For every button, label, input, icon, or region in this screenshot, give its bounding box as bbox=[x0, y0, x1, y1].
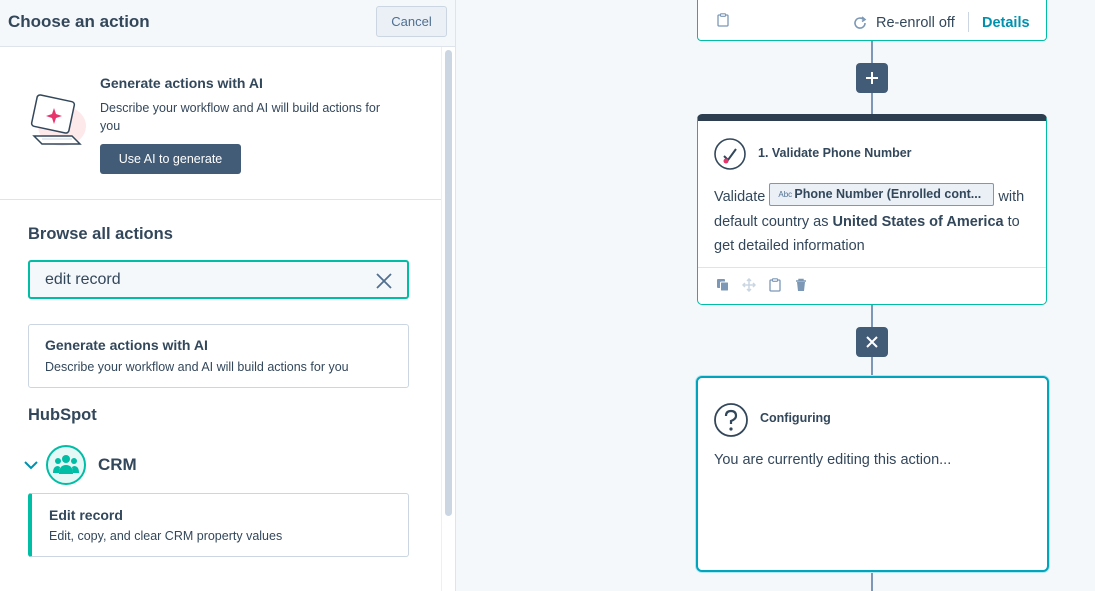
category-label-crm: CRM bbox=[98, 455, 137, 474]
phone-number-token[interactable]: Abc Phone Number (Enrolled cont... bbox=[769, 183, 995, 206]
validate-icon bbox=[714, 138, 746, 170]
ai-card-description: Describe your workflow and AI will build… bbox=[45, 360, 349, 374]
panel-header: Choose an action Cancel bbox=[0, 0, 455, 47]
clipboard-icon[interactable] bbox=[717, 13, 729, 27]
ai-promo-description: Describe your workflow and AI will build… bbox=[100, 101, 380, 133]
token-label: Phone Number (Enrolled cont... bbox=[794, 187, 982, 201]
browse-title: Browse all actions bbox=[28, 225, 173, 243]
configuring-action-card[interactable]: Configuring You are currently editing th… bbox=[696, 376, 1049, 572]
connector-line bbox=[871, 572, 873, 591]
clipboard-icon[interactable] bbox=[768, 278, 782, 292]
add-action-button[interactable] bbox=[856, 63, 888, 93]
text-validate: Validate bbox=[714, 189, 766, 205]
reenroll-status[interactable]: Re-enroll off bbox=[876, 15, 955, 31]
action-card-title: Edit record bbox=[49, 507, 123, 523]
question-icon bbox=[714, 403, 748, 437]
action-description: Validate Abc Phone Number (Enrolled cont.… bbox=[714, 183, 1039, 259]
close-icon bbox=[866, 336, 878, 348]
details-link[interactable]: Details bbox=[982, 15, 1030, 31]
laptop-ai-icon bbox=[30, 94, 86, 146]
text-default-country: default country as bbox=[714, 213, 829, 230]
ai-action-card[interactable]: Generate actions with AI Describe your w… bbox=[28, 324, 409, 388]
search-box bbox=[28, 260, 409, 299]
choose-action-panel: Choose an action Cancel Generate actions… bbox=[0, 0, 456, 591]
configuring-title: Configuring bbox=[760, 411, 831, 425]
clear-search-icon[interactable] bbox=[375, 272, 393, 290]
chevron-down-icon[interactable] bbox=[22, 456, 40, 474]
connector-line bbox=[871, 93, 873, 114]
plus-icon bbox=[866, 72, 878, 84]
trash-icon[interactable] bbox=[794, 278, 808, 292]
search-input[interactable] bbox=[45, 271, 365, 289]
enrollment-trigger-card[interactable]: Re-enroll off Details bbox=[697, 0, 1047, 41]
edit-record-action-card[interactable]: Edit record Edit, copy, and clear CRM pr… bbox=[28, 493, 409, 557]
panel-title: Choose an action bbox=[8, 12, 150, 31]
scrollbar-thumb[interactable] bbox=[445, 50, 452, 516]
use-ai-button[interactable]: Use AI to generate bbox=[100, 144, 241, 174]
cancel-insert-button[interactable] bbox=[856, 327, 888, 357]
action-title: 1. Validate Phone Number bbox=[758, 146, 912, 160]
connector-line bbox=[871, 41, 873, 63]
connector-line bbox=[871, 305, 873, 327]
validate-phone-action-card[interactable]: 1. Validate Phone Number Validate Abc Pho… bbox=[697, 114, 1047, 305]
divider bbox=[968, 12, 969, 32]
configuring-body: You are currently editing this action... bbox=[714, 452, 952, 468]
group-label: HubSpot bbox=[28, 406, 97, 424]
crm-icon bbox=[46, 445, 86, 485]
connector-line bbox=[871, 357, 873, 376]
ai-promo-section: Generate actions with AI Describe your w… bbox=[0, 48, 441, 200]
move-icon[interactable] bbox=[742, 278, 756, 292]
action-toolbar bbox=[698, 267, 1046, 305]
text-with: with bbox=[998, 189, 1025, 205]
country-value: United States of America bbox=[832, 213, 1004, 230]
workflow-canvas: Re-enroll off Details 1. Validate Phone … bbox=[457, 0, 1095, 591]
cancel-button[interactable]: Cancel bbox=[376, 6, 447, 37]
ai-card-title: Generate actions with AI bbox=[45, 337, 208, 353]
copy-icon[interactable] bbox=[716, 278, 730, 292]
action-card-description: Edit, copy, and clear CRM property value… bbox=[49, 529, 283, 543]
ai-promo-title: Generate actions with AI bbox=[100, 75, 263, 91]
refresh-icon bbox=[854, 16, 867, 29]
text-property-icon: Abc bbox=[778, 190, 793, 199]
